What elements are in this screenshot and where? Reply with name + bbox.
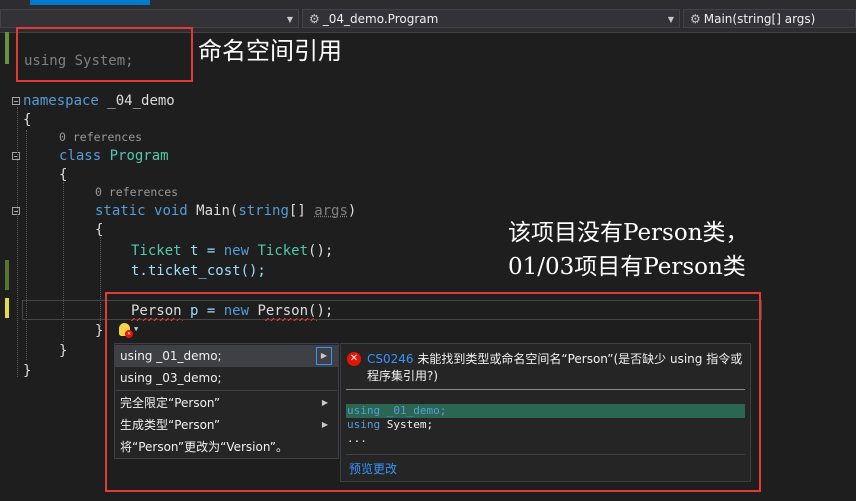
call-text: t.ticket_cost(); bbox=[131, 263, 266, 279]
brace: } bbox=[23, 363, 32, 379]
chevron-down-icon: ▼ bbox=[286, 15, 293, 24]
brace: } bbox=[95, 323, 104, 339]
namespace-name: _04_demo bbox=[107, 93, 175, 109]
type-combo[interactable]: ⚙ _04_demo.Program ▼ bbox=[302, 9, 680, 28]
outline-guide bbox=[17, 107, 18, 377]
namespace-keyword: namespace bbox=[23, 93, 99, 109]
annotation-no-person-2: 01/03项目有Person类 bbox=[508, 254, 746, 280]
class-name: Program bbox=[109, 148, 169, 164]
collapse-method-icon[interactable] bbox=[12, 207, 20, 215]
unsaved-change-bar bbox=[5, 298, 9, 318]
member-combo-label: Main(string[] args) bbox=[703, 12, 816, 26]
string-keyword: string bbox=[238, 203, 289, 219]
class-keyword: class bbox=[59, 148, 102, 164]
args-param: args bbox=[314, 203, 348, 219]
code-line-main[interactable]: static void Main(string[] args) bbox=[95, 202, 356, 220]
change-bar bbox=[5, 260, 9, 290]
member-combo[interactable]: ⚙ Main(string[] args) bbox=[683, 9, 856, 28]
code-line-namespace[interactable]: namespace _04_demo bbox=[23, 92, 175, 110]
annotation-no-person-1: 该项目没有Person类， bbox=[508, 220, 749, 246]
ticket-var: t = bbox=[181, 243, 224, 259]
chevron-down-icon: ▼ bbox=[667, 15, 674, 24]
method-icon: ⚙ bbox=[690, 12, 701, 26]
annotation-box-error bbox=[105, 292, 761, 492]
brace: { bbox=[23, 112, 32, 128]
active-tab[interactable] bbox=[30, 0, 150, 5]
code-line-call[interactable]: t.ticket_cost(); bbox=[131, 262, 266, 280]
void-keyword: void bbox=[154, 203, 188, 219]
ticket-ctor: Ticket bbox=[257, 243, 309, 259]
close-paren: ) bbox=[347, 203, 357, 219]
codelens-references-class[interactable]: 0 references bbox=[59, 130, 142, 144]
brace: { bbox=[95, 222, 104, 238]
change-bar bbox=[5, 32, 9, 64]
collapse-class-icon[interactable] bbox=[12, 152, 20, 160]
code-line-ticket[interactable]: Ticket t = new Ticket(); bbox=[131, 242, 333, 260]
type-combo-label: _04_demo.Program bbox=[322, 12, 439, 26]
ticket-end: (); bbox=[308, 243, 334, 259]
codelens-references-main[interactable]: 0 references bbox=[95, 185, 178, 199]
project-combo[interactable]: ▼ bbox=[0, 9, 299, 28]
static-keyword: static bbox=[95, 203, 146, 219]
indent-guide bbox=[26, 130, 27, 360]
annotation-namespace-ref: 命名空间引用 bbox=[198, 37, 342, 65]
code-line-class[interactable]: class Program bbox=[59, 147, 169, 165]
ticket-type: Ticket bbox=[131, 243, 182, 259]
method-name: Main( bbox=[196, 203, 239, 219]
array-brackets: [] bbox=[288, 203, 315, 219]
new-keyword: new bbox=[223, 243, 250, 259]
brace: } bbox=[59, 343, 68, 359]
annotation-box-namespace bbox=[16, 27, 193, 82]
brace: { bbox=[59, 167, 68, 183]
class-icon: ⚙ bbox=[309, 12, 320, 26]
collapse-namespace-icon[interactable] bbox=[12, 97, 20, 105]
